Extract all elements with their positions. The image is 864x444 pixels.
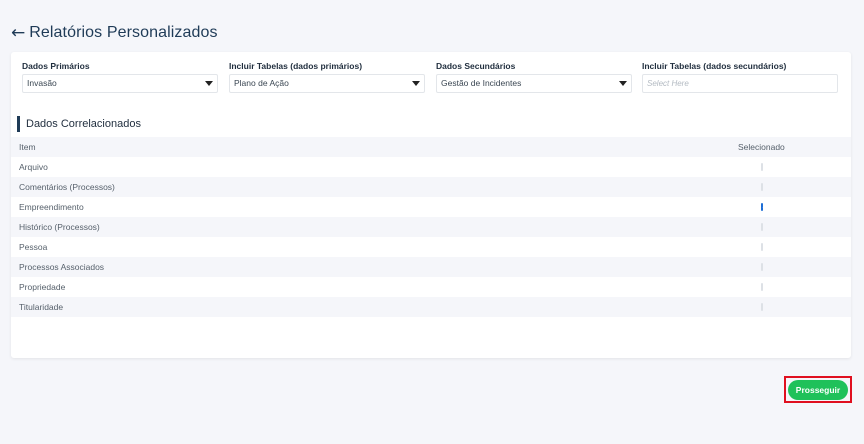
primary-tables-select[interactable]: Plano de Ação	[229, 74, 425, 93]
filter-label: Incluir Tabelas (dados secundários)	[642, 61, 787, 71]
table-row: Propriedade	[11, 277, 851, 297]
row-item-label: Comentários (Processos)	[19, 182, 115, 192]
table-row: Arquivo	[11, 157, 851, 177]
correlated-data-table: Item Selecionado Arquivo Comentários (Pro…	[11, 137, 851, 317]
filter-primary-data: Dados Primários Invasão	[22, 60, 218, 93]
back-arrow-icon[interactable]: ←	[11, 24, 25, 42]
select-value: Plano de Ação	[234, 78, 289, 88]
table-body: Arquivo Comentários (Processos) Empreendim…	[11, 157, 851, 317]
filter-label: Dados Secundários	[436, 61, 516, 71]
row-checkbox[interactable]	[761, 283, 763, 291]
table-row: Empreendimento	[11, 197, 851, 217]
row-checkbox[interactable]	[761, 223, 763, 231]
primary-data-select[interactable]: Invasão	[22, 74, 218, 93]
caret-down-icon	[205, 81, 213, 86]
row-checkbox[interactable]	[761, 303, 763, 311]
filter-label: Dados Primários	[22, 61, 90, 71]
row-checkbox[interactable]	[761, 263, 763, 271]
caret-down-icon	[619, 81, 627, 86]
table-row: Histórico (Processos)	[11, 217, 851, 237]
select-value: Gestão de Incidentes	[441, 78, 522, 88]
section-header: Dados Correlacionados	[17, 116, 141, 132]
table-row: Comentários (Processos)	[11, 177, 851, 197]
row-item-label: Histórico (Processos)	[19, 222, 100, 232]
proceed-highlight: Prosseguir	[784, 376, 852, 403]
row-item-label: Propriedade	[19, 282, 66, 292]
page-title: Relatórios Personalizados	[29, 24, 218, 41]
filter-label: Incluir Tabelas (dados primários)	[229, 61, 363, 71]
row-checkbox[interactable]	[761, 163, 763, 171]
section-accent-bar	[17, 116, 20, 132]
row-item-label: Empreendimento	[19, 202, 84, 212]
filters-bar: Dados Primários Invasão Incluir Tabelas …	[22, 60, 842, 102]
row-item-label: Processos Associados	[19, 262, 105, 272]
select-value: Invasão	[27, 78, 57, 88]
filter-primary-tables: Incluir Tabelas (dados primários) Plano …	[229, 60, 425, 93]
column-header-item: Item	[19, 142, 36, 152]
page-header: ← Relatórios Personalizados	[11, 24, 218, 42]
row-item-label: Arquivo	[19, 162, 48, 172]
table-row: Processos Associados	[11, 257, 851, 277]
proceed-button[interactable]: Prosseguir	[788, 379, 848, 400]
row-checkbox[interactable]	[761, 203, 763, 211]
row-item-label: Titularidade	[19, 302, 64, 312]
secondary-data-select[interactable]: Gestão de Incidentes	[436, 74, 632, 93]
filter-secondary-data: Dados Secundários Gestão de Incidentes	[436, 60, 632, 93]
secondary-tables-select[interactable]: Select Here	[642, 74, 838, 93]
section-title: Dados Correlacionados	[26, 118, 141, 130]
row-checkbox[interactable]	[761, 243, 763, 251]
row-checkbox[interactable]	[761, 183, 763, 191]
table-row: Titularidade	[11, 297, 851, 317]
row-item-label: Pessoa	[19, 242, 48, 252]
caret-down-icon	[412, 81, 420, 86]
table-header-row: Item Selecionado	[11, 137, 851, 157]
filter-secondary-tables: Incluir Tabelas (dados secundários) Sele…	[642, 60, 838, 93]
report-card: Dados Primários Invasão Incluir Tabelas …	[11, 52, 852, 403]
column-header-selected: Selecionado	[738, 142, 785, 152]
table-row: Pessoa	[11, 237, 851, 257]
select-placeholder: Select Here	[647, 79, 689, 88]
